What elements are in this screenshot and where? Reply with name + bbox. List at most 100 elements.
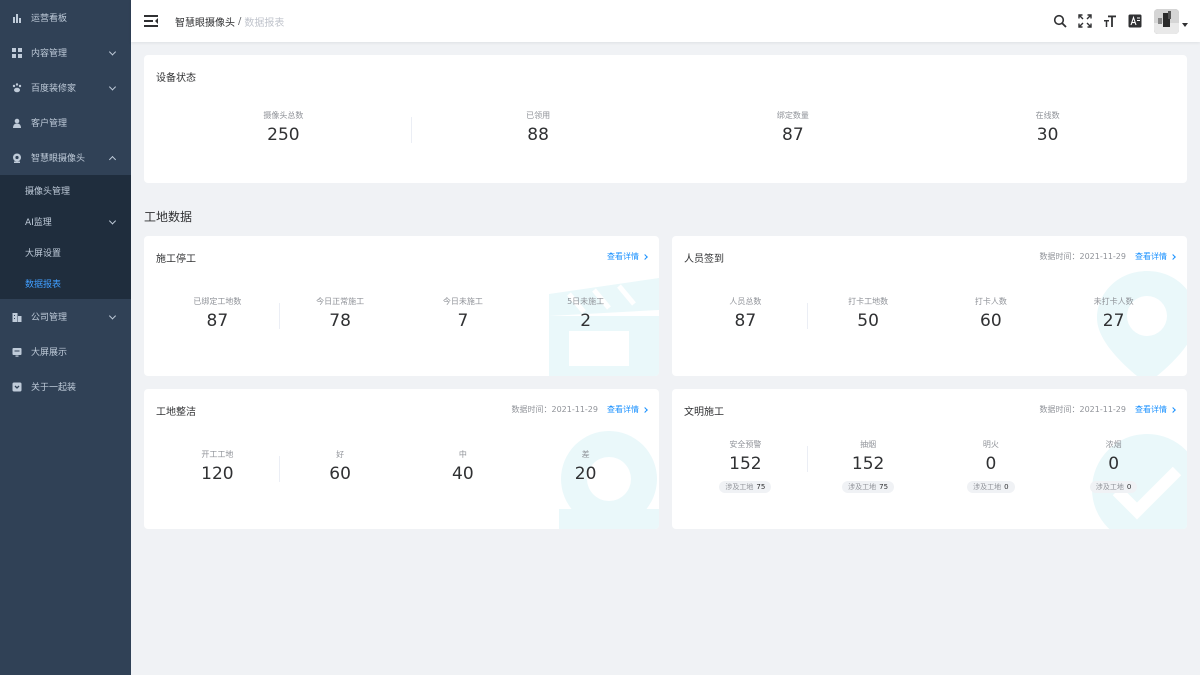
stat-label: 已绑定工地数 — [193, 297, 242, 306]
stat-label: 差 — [581, 450, 590, 459]
sidebar-subitem-camera-manage[interactable]: 摄像头管理 — [0, 175, 131, 206]
stat-value: 40 — [452, 464, 474, 484]
sidebar-item-big-screen[interactable]: 大屏展示 — [0, 334, 131, 369]
breadcrumb-separator: / — [238, 15, 242, 27]
stat-label: 今日未施工 — [442, 297, 483, 306]
chevron-down-icon — [108, 47, 117, 56]
info-icon — [12, 382, 22, 392]
badge-value: 0 — [1004, 483, 1009, 491]
sidebar-item-label: 公司管理 — [31, 313, 68, 323]
grid-icon — [12, 47, 22, 58]
stat-value: 87 — [206, 311, 229, 331]
building-icon — [12, 312, 22, 322]
sidebar-subitem-label: 数据报表 — [25, 280, 62, 290]
chevron-up-icon — [108, 155, 117, 163]
stat-value: 152 — [729, 454, 762, 474]
stat-item: 未打卡人数 27 — [1052, 296, 1175, 331]
stat-label: 今日正常施工 — [316, 297, 365, 306]
card-header-right: 数据时间：2021-11-29 查看详情 — [512, 404, 648, 415]
sidebar-item-smart-camera[interactable]: 智慧眼摄像头 — [0, 140, 131, 175]
link-label: 查看详情 — [1135, 405, 1167, 414]
sidebar: 运营看板 内容管理 百度装修家 客户管理 智慧眼摄像头 摄像头管理 AI监理 大… — [0, 0, 131, 675]
stat-value: 20 — [574, 464, 597, 484]
civil-construction-card: 文明施工 数据时间：2021-11-29 查看详情 安全预警 152 涉及工地 75 … — [672, 389, 1187, 529]
badge-label: 涉及工地 — [848, 483, 877, 491]
sidebar-item-label: 关于一起装 — [31, 383, 77, 393]
construction-stop-stats: 已绑定工地数 87 今日正常施工 78 今日未施工 7 5日未施工 2 — [156, 296, 647, 331]
sidebar-subitem-label: 大屏设置 — [25, 249, 62, 259]
stat-item: 打卡人数 60 — [930, 296, 1053, 331]
hamburger-icon[interactable] — [144, 14, 158, 28]
sidebar-item-baidu-decor[interactable]: 百度装修家 — [0, 70, 131, 105]
sidebar-item-customers[interactable]: 客户管理 — [0, 105, 131, 140]
sidebar-item-about[interactable]: 关于一起装 — [0, 369, 131, 404]
stat-item: 中 40 — [402, 449, 525, 484]
font-size-icon[interactable] — [1102, 13, 1118, 29]
staff-signin-card: 人员签到 数据时间：2021-11-29 查看详情 人员总数 87 打卡工地数 50… — [672, 236, 1187, 376]
view-details-link[interactable]: 查看详情 — [607, 251, 648, 262]
stat-label: 打卡人数 — [974, 297, 1007, 306]
sidebar-item-content[interactable]: 内容管理 — [0, 35, 131, 70]
breadcrumb-item-current: 数据报表 — [244, 17, 285, 29]
stat-item: 打卡工地数 50 — [806, 296, 930, 331]
sidebar-subitem-label: AI监理 — [25, 218, 52, 228]
card-header-right: 数据时间：2021-11-29 查看详情 — [1040, 251, 1176, 262]
view-details-link[interactable]: 查看详情 — [607, 404, 648, 415]
data-date: 数据时间：2021-11-29 — [1039, 405, 1127, 414]
stat-value: 0 — [1108, 454, 1120, 474]
stat-label: 明火 — [982, 440, 999, 449]
camera-icon — [12, 153, 22, 163]
stat-value: 60 — [980, 311, 1002, 331]
caret-down-icon[interactable] — [1182, 23, 1188, 27]
view-details-link[interactable]: 查看详情 — [1135, 404, 1176, 415]
sidebar-subitem-ai-supervision[interactable]: AI监理 — [0, 206, 131, 237]
sidebar-subitem-data-report[interactable]: 数据报表 — [0, 268, 131, 299]
translate-icon[interactable] — [1127, 13, 1143, 29]
sites-involved-badge: 涉及工地 75 — [719, 481, 772, 493]
badge-label: 涉及工地 — [725, 483, 754, 491]
sidebar-item-label: 百度装修家 — [31, 84, 77, 94]
card-title: 人员签到 — [684, 254, 724, 265]
chevron-right-icon — [642, 406, 648, 413]
stat-value: 0 — [985, 454, 997, 474]
fullscreen-icon[interactable] — [1077, 13, 1093, 29]
sidebar-item-label: 智慧眼摄像头 — [31, 154, 86, 164]
stat-label: 好 — [336, 450, 345, 459]
stat-item: 今日正常施工 78 — [278, 296, 402, 331]
stat-item: 开工工地 120 — [156, 449, 279, 484]
breadcrumb: 智慧眼摄像头 / 数据报表 — [175, 14, 284, 29]
badge-label: 涉及工地 — [1095, 483, 1124, 491]
stat-value: 78 — [329, 311, 351, 331]
section-title: 工地数据 — [144, 210, 193, 224]
link-label: 查看详情 — [607, 252, 639, 261]
site-clean-stats: 开工工地 120 好 60 中 40 差 20 — [156, 449, 647, 484]
sidebar-item-company[interactable]: 公司管理 — [0, 299, 131, 334]
search-icon[interactable] — [1052, 13, 1068, 29]
bar-chart-icon — [12, 13, 22, 23]
device-status-card: 设备状态 摄像头总数 250 已领用 88 绑定数量 87 在线数 30 — [144, 55, 1187, 183]
card-header-right: 数据时间：2021-11-29 查看详情 — [1040, 404, 1176, 415]
avatar[interactable] — [1154, 8, 1179, 34]
user-icon — [12, 118, 22, 128]
submenu-smart-camera: 摄像头管理 AI监理 大屏设置 数据报表 — [0, 175, 131, 299]
staff-signin-stats: 人员总数 87 打卡工地数 50 打卡人数 60 未打卡人数 27 — [684, 296, 1175, 331]
breadcrumb-item[interactable]: 智慧眼摄像头 — [175, 14, 235, 29]
device-status-stats: 摄像头总数 250 已领用 88 绑定数量 87 在线数 30 — [156, 110, 1175, 145]
chevron-down-icon — [108, 311, 117, 320]
stat-value: 7 — [457, 311, 469, 331]
data-date: 数据时间：2021-11-29 — [1039, 252, 1127, 261]
sidebar-item-dashboard[interactable]: 运营看板 — [0, 0, 131, 35]
sidebar-item-label: 内容管理 — [31, 49, 68, 59]
stat-label: 已领用 — [526, 111, 551, 120]
card-title: 工地整洁 — [156, 407, 196, 418]
badge-value: 75 — [756, 483, 766, 491]
stat-item: 已领用 88 — [410, 110, 666, 145]
sidebar-subitem-screen-settings[interactable]: 大屏设置 — [0, 237, 131, 268]
stat-item: 在线数 30 — [920, 110, 1175, 145]
stat-value: 50 — [857, 311, 879, 331]
screen-icon — [12, 347, 22, 357]
sites-involved-badge: 涉及工地 0 — [1089, 481, 1138, 493]
stat-value: 87 — [782, 125, 804, 145]
view-details-link[interactable]: 查看详情 — [1135, 251, 1176, 262]
stat-item: 5日未施工 2 — [524, 296, 647, 331]
